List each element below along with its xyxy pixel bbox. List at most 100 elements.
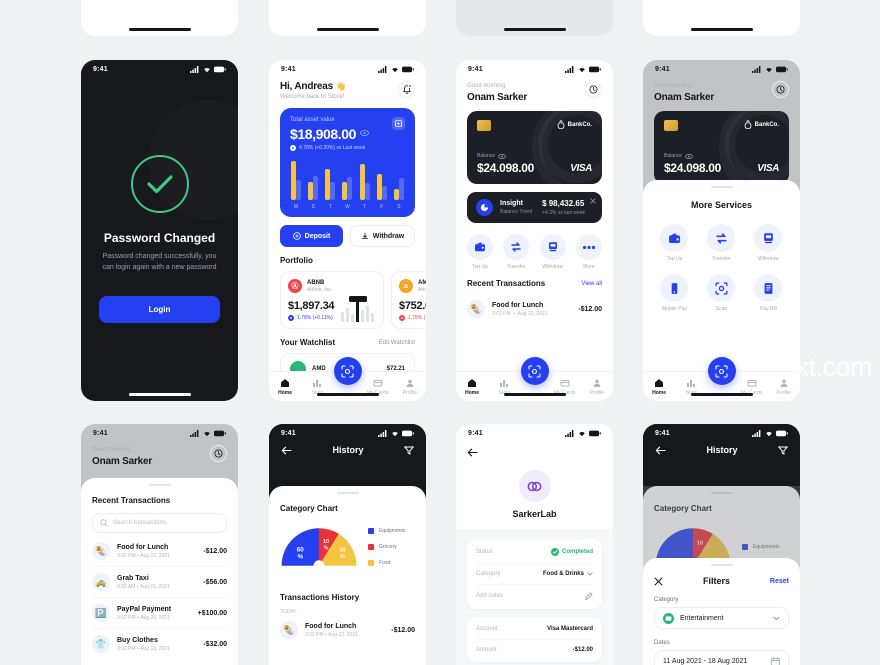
back-arrow-icon[interactable] xyxy=(655,446,666,455)
sheet-grabber[interactable] xyxy=(336,492,359,494)
close-icon[interactable] xyxy=(590,198,596,204)
sheet-grabber[interactable] xyxy=(148,484,171,486)
tab-profile[interactable]: Profile xyxy=(394,378,426,396)
stock-ticker: ABNB xyxy=(307,279,325,286)
eye-icon[interactable] xyxy=(685,153,693,159)
transaction-row[interactable]: 🌯 Food for Lunch 3:02 PM • Aug 22, 2021 … xyxy=(467,294,602,324)
transaction-row[interactable]: 🌯 Food for Lunch 3:02 PM • Aug 22, 2021 … xyxy=(92,536,227,567)
tab-profile[interactable]: Profile xyxy=(581,378,613,396)
svg-text:30: 30 xyxy=(339,548,345,554)
bank-card[interactable]: BankCo. Balance $24.098.00 VISA xyxy=(654,111,789,184)
wave-emoji: 👋 xyxy=(336,82,346,91)
deposit-button[interactable]: Deposit xyxy=(280,225,343,247)
back-arrow-icon[interactable] xyxy=(467,448,478,457)
tab-label: Profile xyxy=(402,389,417,396)
quick-action-top-up[interactable]: Top Up xyxy=(467,234,493,270)
sheet-grabber[interactable] xyxy=(710,186,733,188)
edit-watchlist-link[interactable]: Edit Watchlist xyxy=(379,340,415,346)
login-button[interactable]: Login xyxy=(99,295,220,323)
close-icon[interactable] xyxy=(654,577,663,586)
services-grid: Top Up Transfer Withdraw Mobile Pay Scan xyxy=(643,224,800,324)
category-select[interactable]: Entertainment xyxy=(654,607,789,629)
stock-change-text: 1.78% (+0.11%) xyxy=(297,315,333,321)
calendar-icon[interactable] xyxy=(771,656,780,665)
bank-card[interactable]: BankCo. Balance $24.098.00 VISA xyxy=(467,111,602,184)
service-withdraw[interactable]: Withdraw xyxy=(745,224,792,262)
reset-button[interactable]: Reset xyxy=(770,578,789,585)
history-title: History xyxy=(332,445,364,455)
merchant-name: SarkerLab xyxy=(512,509,557,519)
quick-action-more[interactable]: More xyxy=(575,234,602,270)
more-services-title: More Services xyxy=(690,200,753,210)
quick-action-transfer[interactable]: Transfer xyxy=(503,234,530,270)
day-label: T xyxy=(328,204,332,210)
screen-password-changed: 9:41 Password Changed Password changed s… xyxy=(81,60,238,401)
transaction-row[interactable]: 🚕 Grab Taxi 9:00 AM • Aug 21, 2021 -$56.… xyxy=(92,567,227,598)
back-arrow-icon[interactable] xyxy=(281,446,292,455)
tab-home[interactable]: Home xyxy=(643,378,675,396)
dates-field[interactable]: 11 Aug 2021 - 18 Aug 2021 xyxy=(654,650,789,665)
filter-icon[interactable] xyxy=(403,446,414,455)
insight-value: $ 98,432.65 xyxy=(542,199,585,208)
service-top-up[interactable]: Top Up xyxy=(651,224,698,262)
tab-profile[interactable]: Profile xyxy=(768,378,800,396)
battery-icon xyxy=(776,66,788,73)
filter-icon[interactable] xyxy=(777,446,788,455)
stock-card-list: Ⓐ ABNB Airbnb, Inc. $1,897.34 1.78% (+0.… xyxy=(280,271,426,329)
dates-value: 11 Aug 2021 - 18 Aug 2021 xyxy=(663,657,748,665)
notification-bell-button[interactable] xyxy=(398,81,415,98)
transaction-meta: 3:02 PM • Aug 22, 2021 xyxy=(305,631,358,638)
transaction-row[interactable]: 🌯 Food for Lunch 3:02 PM • Aug 22, 2021 … xyxy=(280,615,415,645)
quick-action-label: More xyxy=(583,264,595,270)
atm-icon xyxy=(548,242,557,252)
search-placeholder: Search transactions xyxy=(113,520,167,526)
history-button[interactable] xyxy=(585,81,602,98)
detail-row-amount: Amount -$12.00 xyxy=(476,640,593,660)
stock-card[interactable]: Ⓐ ABNB Airbnb, Inc. $1,897.34 1.78% (+0.… xyxy=(280,271,384,329)
transaction-row[interactable]: 👕 Buy Clothes 3:02 PM • Aug 18, 2021 -$3… xyxy=(92,629,227,659)
service-scan[interactable]: Scan xyxy=(698,274,745,312)
transaction-date: Aug 22, 2021 xyxy=(517,310,548,317)
detail-row-notes[interactable]: Add notes xyxy=(476,585,593,607)
eye-icon[interactable] xyxy=(498,153,506,159)
service-mobile-pay[interactable]: Mobile Pay xyxy=(651,274,698,312)
detail-value-wrap: Food & Drinks xyxy=(543,571,593,577)
insight-subtitle: Balance Trend xyxy=(500,209,533,215)
eye-icon[interactable] xyxy=(360,129,369,136)
stock-change: 1.78% (-0.11%) xyxy=(399,315,426,321)
transaction-row[interactable]: 🅿️ PayPal Payment 3:02 PM • Aug 20, 2021… xyxy=(92,598,227,629)
detail-row-category[interactable]: Category Food & Drinks xyxy=(476,564,593,585)
home-indicator xyxy=(316,393,379,396)
stock-card[interactable]: a AMZN Amazon $752.00 1.78% (-0.11%) xyxy=(391,271,426,329)
history-button[interactable] xyxy=(210,445,227,462)
success-check-circle xyxy=(130,155,189,213)
withdraw-button[interactable]: Withdraw xyxy=(350,225,415,247)
scan-fab-button[interactable] xyxy=(333,357,362,385)
transaction-time: 3:02 PM xyxy=(117,552,136,559)
scan-fab-button[interactable] xyxy=(707,357,736,385)
tab-home[interactable]: Home xyxy=(456,378,488,396)
wifi-icon xyxy=(579,432,585,437)
stock-name: Airbnb, Inc. xyxy=(307,286,333,293)
tab-home[interactable]: Home xyxy=(269,378,301,396)
chevron-down-icon xyxy=(587,572,593,576)
service-transfer[interactable]: Transfer xyxy=(698,224,745,262)
history-header: 9:41 History xyxy=(269,424,426,467)
stock-change-text: 1.78% (-0.11%) xyxy=(408,315,426,321)
quick-action-withdraw[interactable]: Withdraw xyxy=(539,234,566,270)
deposit-label: Deposit xyxy=(304,232,331,240)
transaction-icon: 🌯 xyxy=(280,621,298,639)
search-input[interactable]: Search transactions xyxy=(92,513,227,533)
service-label: Withdraw xyxy=(758,256,779,262)
history-button[interactable] xyxy=(772,81,789,98)
edit-icon[interactable] xyxy=(585,592,593,600)
scan-fab-button[interactable] xyxy=(520,357,549,385)
category-value: Entertainment xyxy=(680,614,724,622)
service-label: Transfer xyxy=(712,256,731,262)
asset-card-icon-button[interactable] xyxy=(392,117,405,130)
top-card-send-link-2: Send Link xyxy=(269,0,426,36)
svg-text:%: % xyxy=(340,554,345,560)
view-all-link[interactable]: View all xyxy=(581,281,602,287)
status-bar: 9:41 xyxy=(269,424,426,439)
service-pay-bill[interactable]: Pay Bill xyxy=(745,274,792,312)
